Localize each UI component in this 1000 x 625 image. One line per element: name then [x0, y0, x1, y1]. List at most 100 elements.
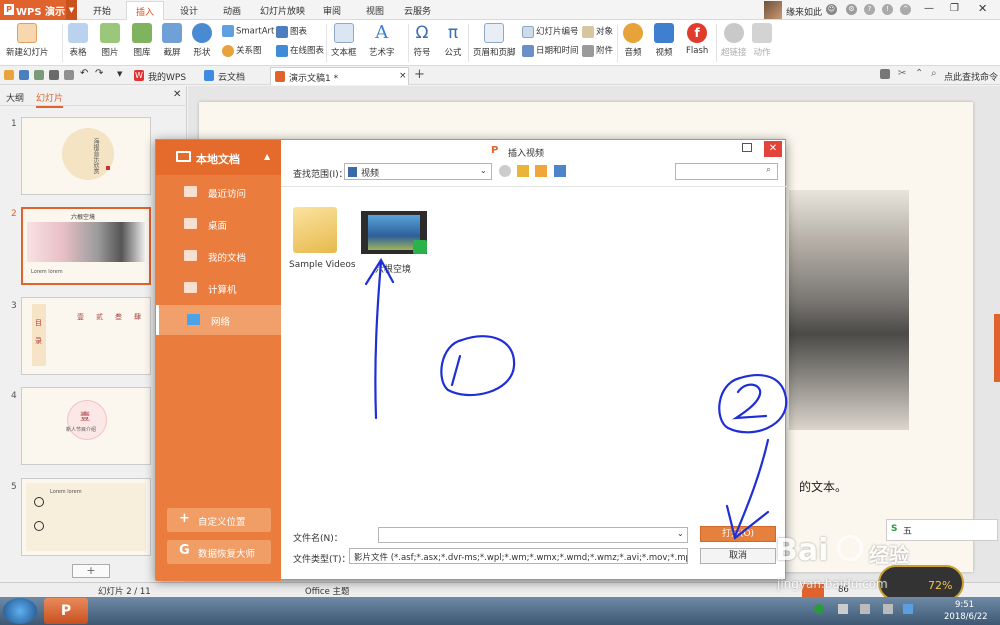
new-folder-icon[interactable]	[535, 165, 547, 177]
cancel-button[interactable]: 取消	[700, 548, 776, 564]
symbol-button[interactable]: Ω 符号	[412, 22, 432, 58]
filetype-select[interactable]: 影片文件 (*.asf;*.asx;*.dvr-ms;*.wpl;*.wm;*.…	[349, 548, 688, 564]
maximize-icon[interactable]	[742, 143, 752, 152]
tab-cloud-docs[interactable]: 云文档	[200, 67, 251, 85]
slide-thumbnail-5[interactable]: Lorem lorem	[21, 478, 151, 556]
minimize-icon[interactable]: —	[924, 3, 934, 14]
add-slide-button[interactable]: +	[72, 564, 110, 578]
network-icon[interactable]	[860, 604, 870, 614]
sogou-tray-icon[interactable]	[814, 604, 824, 614]
tab-my-wps[interactable]: W 我的WPS	[130, 67, 192, 85]
tab-home[interactable]: 开始	[93, 4, 111, 17]
tab-review[interactable]: 审阅	[323, 4, 341, 17]
close-icon[interactable]: ✕	[978, 2, 987, 15]
tab-presentation-1[interactable]: 演示文稿1 * ×	[270, 67, 409, 85]
tab-outline[interactable]: 大纲	[6, 91, 24, 104]
tab-slideshow[interactable]: 幻灯片放映	[260, 4, 305, 17]
command-search[interactable]: 点此查找命令	[944, 70, 998, 83]
side-item-desktop[interactable]: 桌面	[156, 209, 281, 239]
look-in-select[interactable]: 视频 ⌄	[344, 163, 492, 180]
slide-thumbnail-3[interactable]: 目 录 壹 贰 叁 肆	[21, 297, 151, 375]
right-panel-toggle[interactable]	[994, 314, 1000, 382]
redo-icon[interactable]: ↷	[95, 68, 103, 79]
new-tab-icon[interactable]: +	[414, 67, 425, 82]
wps-app-menu[interactable]: P WPS 演示 ▼	[0, 0, 77, 20]
header-footer-button[interactable]: 页眉和页脚	[473, 22, 516, 58]
restore-icon[interactable]: ❐	[950, 3, 959, 14]
collapse-icon[interactable]: ^	[900, 4, 911, 15]
chart-button[interactable]: 图表	[276, 25, 307, 38]
feedback-icon[interactable]: !	[882, 4, 893, 15]
tab-slides[interactable]: 幻灯片	[36, 91, 64, 108]
flash-button[interactable]: f Flash	[686, 22, 708, 56]
side-item-computer[interactable]: 计算机	[156, 273, 281, 303]
close-icon[interactable]: ×	[399, 71, 407, 81]
tab-cloud[interactable]: 云服务	[404, 4, 431, 17]
avatar[interactable]	[764, 1, 782, 19]
shield-icon[interactable]	[903, 604, 913, 614]
collapse-icon[interactable]: ▲	[264, 152, 270, 161]
tray-icon[interactable]	[838, 604, 848, 614]
gallery-button[interactable]: 图库	[132, 22, 152, 58]
export-icon[interactable]	[34, 70, 44, 80]
custom-location-button[interactable]: + 自定义位置	[167, 508, 271, 532]
share-icon[interactable]	[880, 69, 890, 79]
chevron-down-icon[interactable]: ▼	[117, 70, 122, 78]
table-button[interactable]: 表格	[68, 22, 88, 58]
slide-thumbnail-1[interactable]: 海报音乐欣赏	[21, 117, 151, 195]
side-item-network[interactable]: 网络	[156, 305, 281, 335]
tab-design[interactable]: 设计	[180, 4, 198, 17]
new-slide-button[interactable]: 新建幻灯片	[6, 22, 49, 58]
action-button[interactable]: 动作	[752, 22, 772, 58]
open-folder-icon[interactable]	[4, 70, 14, 80]
skin-icon[interactable]: ☺	[826, 4, 837, 15]
view-menu-icon[interactable]	[554, 165, 566, 177]
local-docs-header[interactable]: 本地文档 ▲	[156, 140, 281, 175]
undo-icon[interactable]: ↶	[80, 68, 88, 79]
start-button[interactable]	[3, 598, 37, 624]
slide-body-text[interactable]: 的文本。	[799, 478, 847, 495]
screenshot-button[interactable]: 截屏	[162, 22, 182, 58]
slide-number-button[interactable]: 幻灯片编号	[522, 25, 579, 38]
print-icon[interactable]	[49, 70, 59, 80]
picture-button[interactable]: 图片	[100, 22, 120, 58]
close-icon[interactable]: ✕	[173, 89, 181, 100]
close-icon[interactable]: ✕	[764, 141, 782, 157]
date-time-button[interactable]: 日期和时间	[522, 44, 579, 57]
collapse-icon[interactable]: ⌃	[915, 68, 923, 79]
settings-icon[interactable]: ⚙	[846, 4, 857, 15]
file-item-video[interactable]: 六根空境	[359, 211, 429, 295]
open-button[interactable]: 打开(O)	[700, 526, 776, 542]
chevron-down-icon[interactable]: ▼	[66, 0, 77, 20]
wps-taskbar-button[interactable]: P	[44, 598, 88, 624]
side-item-recent[interactable]: 最近访问	[156, 177, 281, 207]
tab-insert[interactable]: 插入	[126, 1, 165, 20]
tab-animation[interactable]: 动画	[223, 4, 241, 17]
data-recovery-button[interactable]: G 数据恢复大师	[167, 540, 271, 564]
save-icon[interactable]	[19, 70, 29, 80]
user-name[interactable]: 缘来如此	[786, 5, 822, 18]
hyperlink-button[interactable]: 超链接	[721, 22, 747, 58]
attachment-button[interactable]: 附件	[582, 44, 613, 57]
preview-icon[interactable]	[64, 70, 74, 80]
video-button[interactable]: 视频	[654, 22, 674, 58]
side-item-my-documents[interactable]: 我的文档	[156, 241, 281, 271]
slide-thumbnail-4[interactable]: 壹 新人节目介绍	[21, 387, 151, 465]
search-icon[interactable]: ⌕	[931, 68, 937, 79]
help-icon[interactable]: ?	[864, 4, 875, 15]
tools-icon[interactable]: ✂	[898, 68, 906, 79]
shape-button[interactable]: 形状	[192, 22, 212, 58]
file-item-folder[interactable]: Sample Videos	[289, 207, 356, 291]
wordart-button[interactable]: A 艺术字	[369, 22, 395, 59]
folder-search-input[interactable]: ⌕	[675, 163, 778, 180]
tab-view[interactable]: 视图	[366, 4, 384, 17]
audio-button[interactable]: 音频	[623, 22, 643, 58]
textbox-button[interactable]: 文本框	[331, 22, 357, 58]
back-icon[interactable]	[499, 165, 511, 177]
object-button[interactable]: 对象	[582, 25, 613, 38]
slide-thumbnail-2[interactable]: 六根空境 Lorem lorem	[21, 207, 151, 285]
formula-button[interactable]: π 公式	[443, 22, 463, 58]
up-folder-icon[interactable]	[517, 165, 529, 177]
relation-button[interactable]: 关系图	[222, 44, 262, 57]
online-chart-button[interactable]: 在线图表	[276, 44, 324, 57]
